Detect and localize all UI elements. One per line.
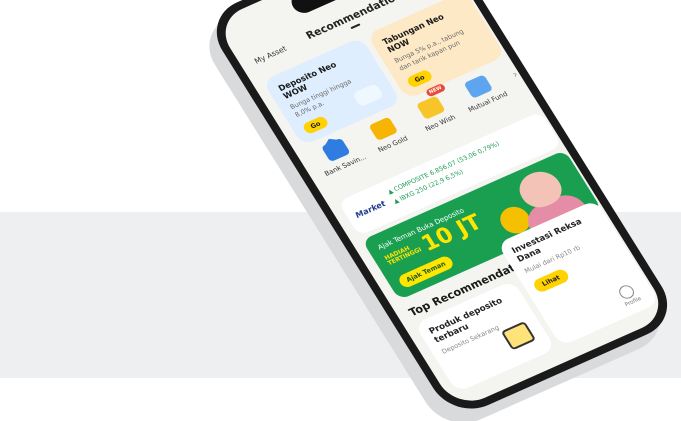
- tab-active-indicator: [350, 23, 361, 30]
- bank-icon: [320, 137, 351, 163]
- tab-my-asset[interactable]: My Asset: [253, 44, 289, 65]
- lihat-button[interactable]: Lihat: [531, 268, 571, 295]
- profile-tab[interactable]: Profile: [615, 282, 643, 308]
- deposito-go-button[interactable]: Go: [301, 115, 330, 136]
- tabungan-go-button[interactable]: Go: [405, 69, 434, 90]
- wish-icon: NEW: [415, 82, 447, 120]
- market-label: Market: [353, 199, 388, 220]
- chart-icon: [463, 74, 494, 99]
- chevron-right-icon[interactable]: ›: [511, 69, 521, 80]
- gold-icon: [368, 116, 399, 142]
